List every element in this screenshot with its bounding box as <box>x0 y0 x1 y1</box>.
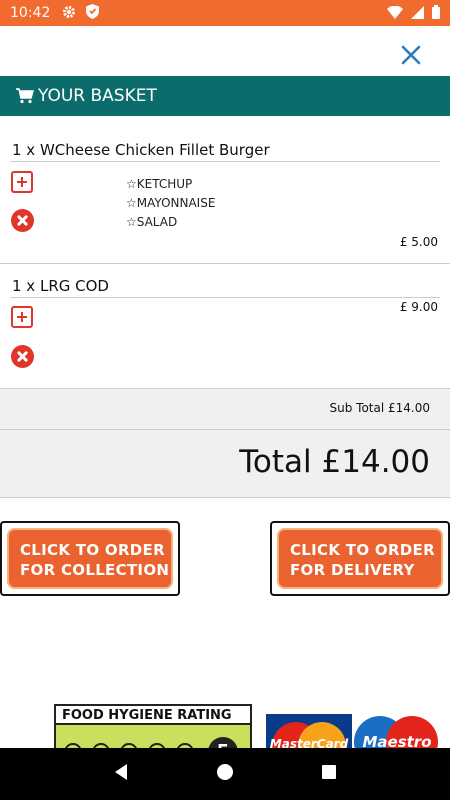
navigation-bar <box>0 748 450 800</box>
battery-icon <box>432 4 440 23</box>
delivery-label-line2: FOR DELIVERY <box>290 561 415 579</box>
item-option: ☆KETCHUP <box>126 177 193 191</box>
recents-button[interactable] <box>321 764 337 784</box>
home-button[interactable] <box>216 763 234 785</box>
item-option: ☆SALAD <box>126 215 178 229</box>
collection-label-line2: FOR COLLECTION <box>20 561 170 579</box>
settings-icon <box>62 4 76 23</box>
recents-icon <box>321 765 336 779</box>
item-underline <box>10 297 440 298</box>
item-underline <box>10 161 440 162</box>
status-bar: 10:42 <box>0 0 450 26</box>
shield-icon <box>86 3 100 23</box>
basket-header: YOUR BASKET <box>0 76 450 116</box>
back-button[interactable] <box>113 763 129 785</box>
close-icon <box>401 45 421 65</box>
hygiene-title: FOOD HYGIENE RATING <box>56 706 250 725</box>
total-row: Total £14.00 <box>0 430 450 498</box>
basket-title: YOUR BASKET <box>38 86 157 106</box>
item-price: £ 5.00 <box>399 235 438 249</box>
back-icon <box>115 764 128 780</box>
delivery-label-line1: CLICK TO ORDER <box>290 541 435 559</box>
subtotal-row: Sub Total £14.00 <box>0 388 450 430</box>
status-time: 10:42 <box>10 5 51 21</box>
add-item-button[interactable] <box>11 306 33 328</box>
home-icon <box>216 764 233 780</box>
item-option: ☆MAYONNAISE <box>126 196 216 210</box>
cart-icon <box>16 88 34 104</box>
add-item-button[interactable] <box>11 171 33 193</box>
item-title: 1 x LRG COD <box>12 277 109 295</box>
wifi-icon <box>387 4 403 23</box>
item-price: £ 9.00 <box>399 300 438 314</box>
close-button[interactable] <box>398 42 424 68</box>
item-title: 1 x WCheese Chicken Fillet Burger <box>12 141 270 159</box>
signal-icon <box>411 4 424 23</box>
divider <box>0 263 450 264</box>
order-collection-button[interactable]: CLICK TO ORDER FOR COLLECTION <box>0 521 180 596</box>
remove-item-button[interactable] <box>11 209 34 232</box>
collection-label-line1: CLICK TO ORDER <box>20 541 165 559</box>
food-hygiene-rating-badge: FOOD HYGIENE RATING 5 <box>54 704 252 752</box>
subtotal-text: Sub Total £14.00 <box>329 401 430 415</box>
remove-item-button[interactable] <box>11 345 34 368</box>
total-text: Total £14.00 <box>239 444 430 480</box>
order-delivery-button[interactable]: CLICK TO ORDER FOR DELIVERY <box>270 521 450 596</box>
